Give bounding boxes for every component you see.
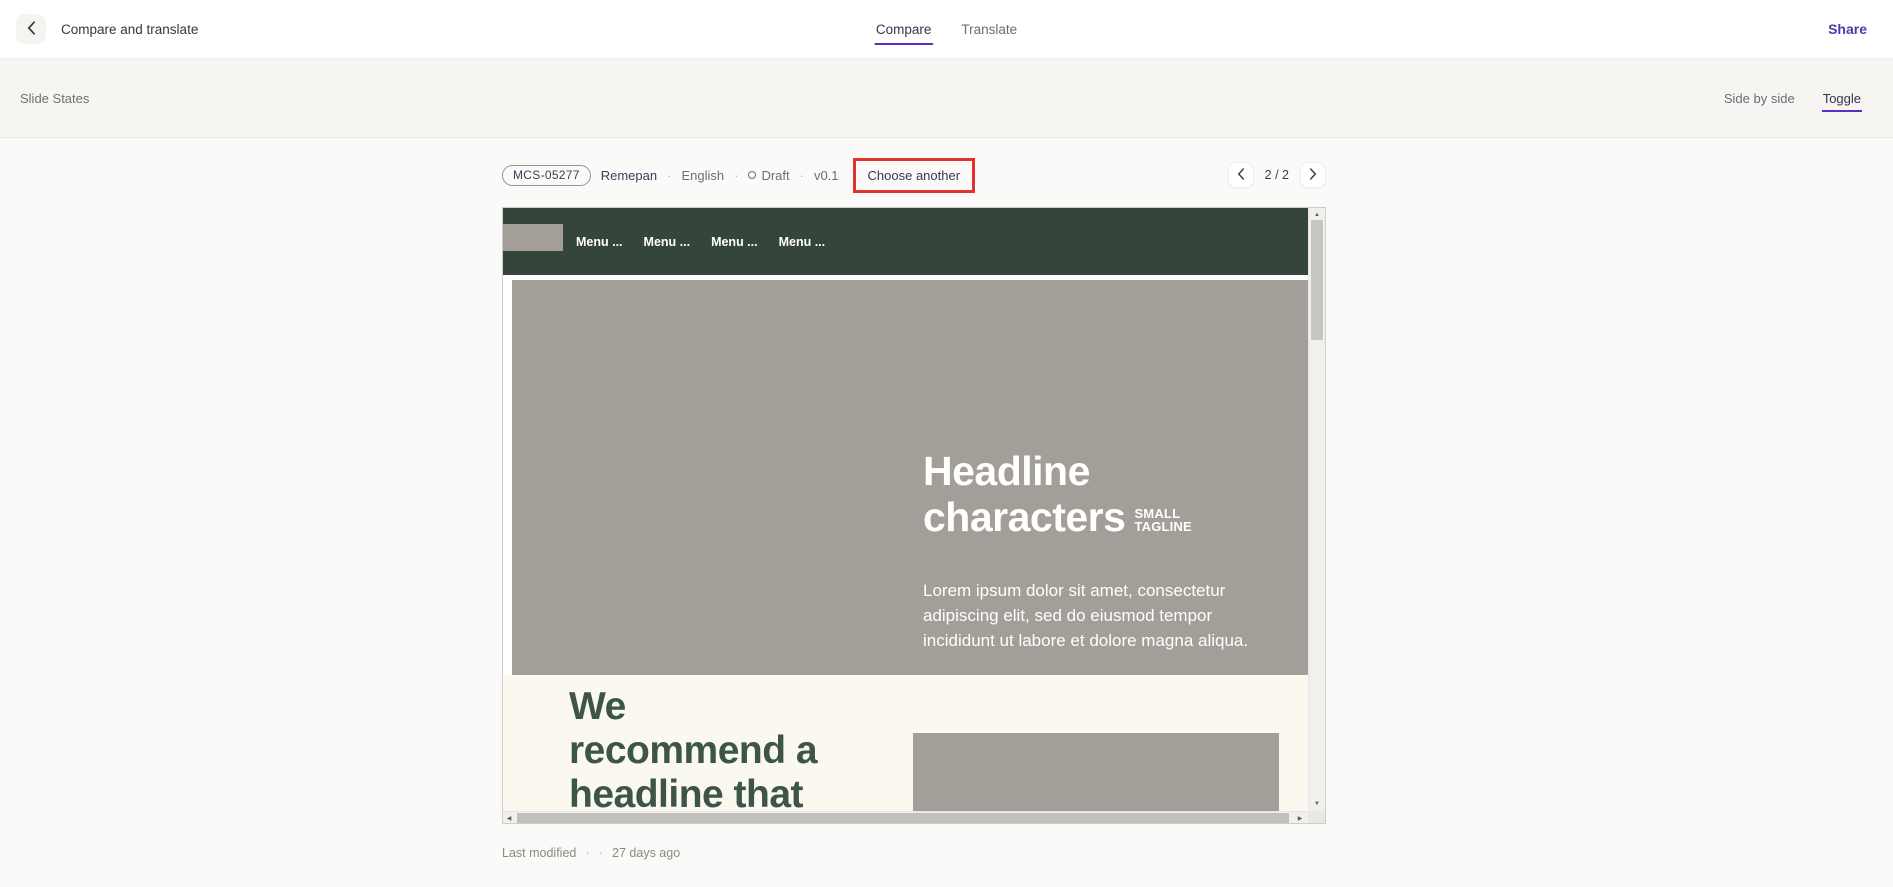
preview-menu-item: Menu ... xyxy=(711,235,758,249)
hero-headline-text: Headline characters xyxy=(923,448,1125,540)
hero-body-text: Lorem ipsum dolor sit amet, consectetur … xyxy=(923,578,1253,653)
hero-image-placeholder: Headline characters SMALL TAGLINE Lorem i… xyxy=(512,280,1310,675)
view-mode-side-by-side[interactable]: Side by side xyxy=(1724,91,1795,106)
scroll-down-icon[interactable]: ▼ xyxy=(1309,801,1325,807)
scroll-right-icon[interactable]: ▶ xyxy=(1294,812,1306,824)
separator-dot: · xyxy=(599,845,603,860)
preview-menu-item: Menu ... xyxy=(644,235,691,249)
choose-another-button[interactable]: Choose another xyxy=(853,158,976,193)
separator-dot: · xyxy=(585,845,589,860)
hero-headline: Headline characters SMALL TAGLINE xyxy=(923,448,1253,540)
preview-menu: Menu ... Menu ... Menu ... Menu ... xyxy=(576,208,825,275)
section-image-placeholder xyxy=(913,733,1279,811)
document-version: v0.1 xyxy=(814,168,839,183)
hero-text-block: Headline characters SMALL TAGLINE Lorem i… xyxy=(923,448,1253,653)
next-slide-button[interactable] xyxy=(1300,162,1326,188)
logo-placeholder xyxy=(503,224,563,251)
last-modified-label: Last modified xyxy=(502,846,576,860)
hero-tagline: SMALL TAGLINE xyxy=(1134,507,1192,533)
top-bar: Compare and translate Compare Translate … xyxy=(0,0,1893,59)
vertical-scrollbar[interactable]: ▲ ▼ xyxy=(1308,208,1325,811)
section-heading: We recommend a headline that xyxy=(569,685,817,811)
view-mode-switcher: Side by side Toggle xyxy=(1724,91,1861,106)
preview-menu-item: Menu ... xyxy=(779,235,826,249)
separator-dot: · xyxy=(800,168,804,183)
back-button[interactable] xyxy=(16,14,46,44)
preview-nav-bar: Menu ... Menu ... Menu ... Menu ... xyxy=(503,208,1308,275)
chevron-left-icon xyxy=(27,21,36,38)
preview-content-section: We recommend a headline that xyxy=(503,675,1308,811)
draft-status-icon xyxy=(748,171,756,179)
vertical-scroll-thumb[interactable] xyxy=(1311,220,1323,340)
view-mode-toggle[interactable]: Toggle xyxy=(1823,91,1861,106)
document-language: English xyxy=(681,168,724,183)
chevron-left-icon xyxy=(1237,168,1245,183)
scroll-left-icon[interactable]: ◀ xyxy=(503,812,515,824)
document-name: Remepan xyxy=(601,168,657,183)
tab-compare[interactable]: Compare xyxy=(876,22,932,37)
compare-stage: MCS-05277 Remepan · English · Draft · v0… xyxy=(502,157,1326,860)
page-indicator: 2 / 2 xyxy=(1265,168,1289,182)
horizontal-scrollbar[interactable]: ◀ ▶ xyxy=(503,811,1308,824)
document-meta-row: MCS-05277 Remepan · English · Draft · v0… xyxy=(502,157,1326,193)
separator-dot: · xyxy=(667,168,671,183)
document-preview[interactable]: Menu ... Menu ... Menu ... Menu ... Head… xyxy=(502,207,1326,824)
page-title: Compare and translate xyxy=(61,22,198,37)
last-modified-row: Last modified · · 27 days ago xyxy=(502,845,1326,860)
document-meta: MCS-05277 Remepan · English · Draft · v0… xyxy=(502,158,975,193)
previous-slide-button[interactable] xyxy=(1228,162,1254,188)
chevron-right-icon xyxy=(1309,168,1317,183)
slide-pagination: 2 / 2 xyxy=(1228,162,1326,188)
document-status: Draft xyxy=(761,168,789,183)
header-tabs: Compare Translate xyxy=(876,0,1017,58)
last-modified-value: 27 days ago xyxy=(612,846,680,860)
preview-menu-item: Menu ... xyxy=(576,235,623,249)
scroll-up-icon[interactable]: ▲ xyxy=(1309,212,1325,218)
document-code-badge: MCS-05277 xyxy=(502,165,591,186)
share-button[interactable]: Share xyxy=(1828,21,1867,37)
horizontal-scroll-thumb[interactable] xyxy=(517,813,1289,823)
separator-dot: · xyxy=(734,168,738,183)
scrollbar-corner xyxy=(1308,811,1325,824)
slide-states-label: Slide States xyxy=(20,91,89,106)
status-badge: Draft xyxy=(748,168,789,183)
tab-translate[interactable]: Translate xyxy=(961,22,1017,37)
slide-states-toolbar: Slide States Side by side Toggle xyxy=(0,59,1893,138)
